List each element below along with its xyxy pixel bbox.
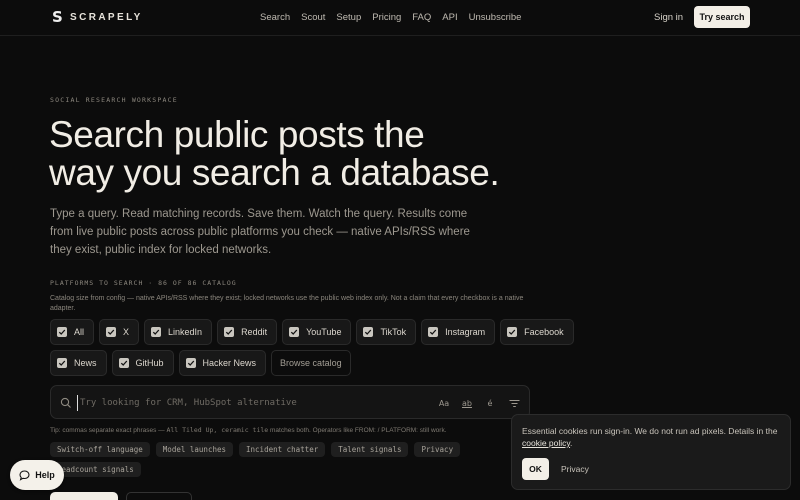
checkbox-checked-icon <box>151 327 162 337</box>
filter-icon[interactable] <box>507 396 521 410</box>
chip-label: GitHub <box>135 358 164 368</box>
tip-prefix: Tip: commas separate exact phrases — <box>50 427 167 434</box>
logo[interactable]: S SCRAPELY <box>52 8 143 26</box>
search-box: Aa ab é <box>50 385 530 419</box>
chip-label: YouTube <box>306 327 342 337</box>
platform-chip-facebook[interactable]: Facebook <box>500 319 574 345</box>
chip-label: TikTok <box>380 327 407 337</box>
nav-unsubscribe[interactable]: Unsubscribe <box>469 12 522 23</box>
chip-label: Hacker News <box>202 358 257 368</box>
eyebrow-label: SOCIAL RESEARCH WORKSPACE <box>50 96 178 104</box>
platform-chips-row-2: News GitHub Hacker News Browse catalog <box>50 350 351 376</box>
checkbox-checked-icon <box>428 327 439 337</box>
cookie-text: Essential cookies run sign-in. We do not… <box>522 425 784 449</box>
cookie-message: Essential cookies run sign-in. We do not… <box>522 426 778 436</box>
primary-action-button[interactable] <box>50 492 118 500</box>
suggestion-tag[interactable]: Privacy <box>414 442 461 457</box>
cookie-banner: Essential cookies run sign-in. We do not… <box>511 414 791 490</box>
tip-example: All Tiled Up, ceramic tile <box>166 426 269 434</box>
platform-chip-instagram[interactable]: Instagram <box>421 319 496 345</box>
accent-icon[interactable]: é <box>483 396 497 410</box>
search-tip: Tip: commas separate exact phrases — All… <box>50 426 447 434</box>
checkbox-checked-icon <box>224 327 235 337</box>
chip-label: Facebook <box>524 327 564 337</box>
checkbox-checked-icon <box>57 358 67 368</box>
suggestion-tag[interactable]: Switch-off language <box>50 442 150 457</box>
hero-subtitle: Type a query. Read matching records. Sav… <box>50 208 470 256</box>
title-line-1: Search public posts the <box>49 114 425 155</box>
platform-chip-linkedin[interactable]: LinkedIn <box>144 319 213 345</box>
try-search-button[interactable]: Try search <box>694 6 750 28</box>
nav-faq[interactable]: FAQ <box>412 12 431 23</box>
cookie-policy-link[interactable]: cookie policy <box>522 438 570 448</box>
tip-suffix: matches both. Operators like FROM: / PLA… <box>268 427 447 434</box>
checkbox-checked-icon <box>57 327 67 337</box>
platform-chips-row-1: All X LinkedIn Reddit YouTube TikTok Ins… <box>50 319 574 345</box>
browse-catalog-button[interactable]: Browse catalog <box>271 350 351 376</box>
help-label: Help <box>35 470 55 480</box>
logo-text: SCRAPELY <box>70 11 143 23</box>
chip-label: All <box>74 327 85 337</box>
platforms-label: PLATFORMS TO SEARCH · 86 OF 86 CATALOG <box>50 279 237 287</box>
sign-in-link[interactable]: Sign in <box>654 12 683 23</box>
top-header: S SCRAPELY Search Scout Setup Pricing FA… <box>0 0 800 36</box>
page-title: Search public posts the way you search a… <box>49 116 569 192</box>
suggestion-tag[interactable]: Talent signals <box>331 442 409 457</box>
platform-chip-reddit[interactable]: Reddit <box>217 319 278 345</box>
help-button[interactable]: Help <box>10 460 64 490</box>
platform-chip-tiktok[interactable]: TikTok <box>356 319 417 345</box>
search-input[interactable] <box>77 395 407 411</box>
cookie-ok-button[interactable]: OK <box>522 458 549 480</box>
chat-icon <box>19 469 30 481</box>
checkbox-checked-icon <box>185 358 196 368</box>
suggestion-tag[interactable]: Incident chatter <box>239 442 326 457</box>
title-line-2: way you search a database. <box>49 152 500 193</box>
nav-api[interactable]: API <box>442 12 457 23</box>
chip-label: News <box>74 358 97 368</box>
chip-label: Instagram <box>445 327 486 337</box>
platform-chip-news[interactable]: News <box>50 350 107 376</box>
nav-scout[interactable]: Scout <box>301 12 325 23</box>
platform-chip-all[interactable]: All <box>50 319 95 345</box>
platform-chip-hacker-news[interactable]: Hacker News <box>178 350 267 376</box>
checkbox-checked-icon <box>363 327 374 337</box>
chip-label: X <box>123 327 130 337</box>
nav-setup[interactable]: Setup <box>336 12 361 23</box>
main-nav: Search Scout Setup Pricing FAQ API Unsub… <box>260 12 532 23</box>
suggestion-tag[interactable]: Model launches <box>155 442 234 457</box>
cookie-message-end: . <box>570 438 573 448</box>
checkbox-checked-icon <box>118 358 129 368</box>
secondary-action-button[interactable] <box>126 492 192 500</box>
whole-word-icon[interactable]: ab <box>460 396 474 410</box>
suggestion-tags-row-1: Switch-off language Model launches Incid… <box>50 442 461 457</box>
platform-chip-x[interactable]: X <box>99 319 140 345</box>
checkbox-checked-icon <box>289 327 300 337</box>
privacy-link[interactable]: Privacy <box>561 464 589 474</box>
platform-chip-youtube[interactable]: YouTube <box>282 319 352 345</box>
nav-pricing[interactable]: Pricing <box>372 12 401 23</box>
nav-search[interactable]: Search <box>260 12 290 23</box>
chip-label: LinkedIn <box>168 327 203 337</box>
platform-chip-github[interactable]: GitHub <box>111 350 174 376</box>
platforms-note: Catalog size from config — native APIs/R… <box>50 295 524 312</box>
search-icon <box>60 397 71 408</box>
logo-mark: S <box>52 8 63 26</box>
checkbox-checked-icon <box>106 327 117 337</box>
case-sensitive-icon[interactable]: Aa <box>437 396 451 410</box>
chip-label: Reddit <box>241 327 268 337</box>
checkbox-checked-icon <box>507 327 518 337</box>
